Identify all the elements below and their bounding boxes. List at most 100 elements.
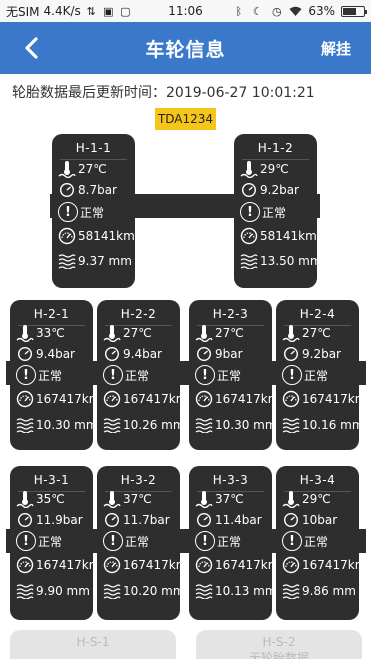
temperature-row: 29℃ [240, 160, 289, 178]
pressure-gauge-icon [16, 511, 34, 529]
mileage-row: 167417km [103, 556, 187, 574]
tire-card-h24[interactable]: H-2-4 27℃ 9.2bar ! 正常 167417km 10.16 mm [276, 300, 366, 450]
pressure-value: 11.4bar [215, 513, 262, 527]
alert-status-icon: ! [282, 531, 302, 551]
tire-card-h31[interactable]: H-3-1 35℃ 11.9bar ! 正常 167417km 9.90 mm [10, 466, 100, 620]
pressure-value: 9bar [215, 347, 243, 361]
temperature-icon [282, 324, 300, 342]
odometer-icon [240, 227, 258, 245]
tire-name: H-3-1 [33, 473, 70, 487]
temperature-row: 35℃ [16, 490, 65, 508]
tire-card-h21[interactable]: H-2-1 33℃ 9.4bar ! 正常 167417km 10.30 mm [10, 300, 100, 450]
pressure-value: 11.7bar [123, 513, 170, 527]
mileage-row: 167417km [103, 390, 187, 408]
temperature-row: 27℃ [58, 160, 107, 178]
odometer-icon [282, 556, 300, 574]
pressure-row: 11.7bar [103, 511, 170, 529]
pressure-row: 11.9bar [16, 511, 83, 529]
alarm-icon: ◷ [272, 4, 282, 18]
status-text: 正常 [262, 205, 287, 220]
tire-card-h12[interactable]: H-1-2 29℃ 9.2bar ! 正常 58141km 13.50 mm [234, 134, 322, 288]
tire-name: H-1-2 [257, 141, 294, 155]
status-row: ! 正常 [16, 365, 62, 385]
status-row: ! 正常 [240, 202, 286, 222]
tread-depth-value: 9.37 mm [78, 254, 132, 268]
tire-card-h34[interactable]: H-3-4 29℃ 10bar ! 正常 167417km 9.86 mm [276, 466, 366, 620]
tire-card-h33[interactable]: H-3-3 37℃ 11.4bar ! 正常 167417km 10.13 mm [189, 466, 279, 620]
status-row: ! 正常 [195, 531, 241, 551]
mileage-row: 167417km [195, 556, 279, 574]
tread-depth-value: 9.90 mm [36, 584, 90, 598]
tread-depth-icon [240, 252, 258, 270]
tread-depth-icon [282, 416, 300, 434]
status-row: ! 正常 [103, 365, 149, 385]
pressure-gauge-icon [16, 345, 34, 363]
tire-name: H-2-3 [212, 307, 249, 321]
temperature-row: 27℃ [103, 324, 152, 342]
tread-depth-row: 9.86 mm [282, 582, 356, 600]
temperature-value: 33℃ [36, 326, 65, 340]
tread-depth-value: 9.86 mm [302, 584, 356, 598]
spare-tire-name: H-S-1 [76, 635, 110, 649]
alert-status-icon: ! [282, 365, 302, 385]
mileage-row: 167417km [16, 556, 100, 574]
temperature-row: 29℃ [282, 490, 331, 508]
tread-depth-row: 10.16 mm [282, 416, 364, 434]
pressure-value: 9.4bar [36, 347, 75, 361]
pressure-row: 9.4bar [16, 345, 75, 363]
status-text: 正常 [217, 534, 242, 549]
tread-depth-icon [103, 582, 121, 600]
mileage-row: 167417km [195, 390, 279, 408]
temperature-value: 27℃ [215, 326, 244, 340]
tread-depth-icon [58, 252, 76, 270]
carrier-label: 无SIM [6, 4, 40, 19]
tire-name: H-3-3 [212, 473, 249, 487]
tread-depth-icon [195, 582, 213, 600]
temperature-row: 27℃ [282, 324, 331, 342]
mileage-value: 167417km [215, 392, 280, 406]
tire-card-h32[interactable]: H-3-2 37℃ 11.7bar ! 正常 167417km 10.20 mm [97, 466, 187, 620]
status-text: 正常 [38, 368, 63, 383]
pressure-value: 9.2bar [260, 183, 299, 197]
alert-status-icon: ! [195, 365, 215, 385]
spare-tire-card-1[interactable]: H-S-1 [10, 630, 176, 659]
odometer-icon [16, 390, 34, 408]
do-not-disturb-icon: ☾ [252, 4, 263, 18]
alert-status-icon: ! [195, 531, 215, 551]
tire-card-h23[interactable]: H-2-3 27℃ 9bar ! 正常 167417km 10.30 mm [189, 300, 279, 450]
image-icon: ▣ [103, 4, 114, 18]
tread-depth-row: 10.30 mm [16, 416, 98, 434]
status-text: 正常 [125, 368, 150, 383]
pressure-row: 9.2bar [282, 345, 341, 363]
pressure-gauge-icon [58, 181, 76, 199]
pressure-value: 8.7bar [78, 183, 117, 197]
spare-tire-card-2[interactable]: H-S-2 无轮胎数据 [196, 630, 362, 659]
temperature-icon [240, 160, 258, 178]
status-text: 正常 [80, 205, 105, 220]
tire-card-h11[interactable]: H-1-1 27℃ 8.7bar ! 正常 58141km 9.37 mm [52, 134, 135, 288]
tread-depth-icon [282, 582, 300, 600]
pressure-gauge-icon [195, 511, 213, 529]
mileage-value: 167417km [302, 558, 367, 572]
tread-depth-row: 9.90 mm [16, 582, 90, 600]
tire-card-h22[interactable]: H-2-2 27℃ 9.4bar ! 正常 167417km 10.26 mm [97, 300, 187, 450]
pressure-row: 9.2bar [240, 181, 299, 199]
network-speed: 4.4K/s [43, 4, 81, 18]
alert-status-icon: ! [240, 202, 260, 222]
alert-status-icon: ! [16, 365, 36, 385]
tread-depth-value: 10.16 mm [302, 418, 364, 432]
pressure-gauge-icon [282, 345, 300, 363]
temperature-icon [103, 324, 121, 342]
tire-name: H-2-1 [33, 307, 70, 321]
tread-depth-icon [195, 416, 213, 434]
pressure-gauge-icon [282, 511, 300, 529]
pressure-gauge-icon [103, 511, 121, 529]
odometer-icon [103, 556, 121, 574]
tire-name: H-2-4 [299, 307, 336, 321]
temperature-icon [195, 324, 213, 342]
detach-button[interactable]: 解挂 [321, 38, 351, 59]
odometer-icon [195, 556, 213, 574]
status-row: ! 正常 [103, 531, 149, 551]
temperature-row: 33℃ [16, 324, 65, 342]
back-button[interactable] [18, 34, 46, 62]
